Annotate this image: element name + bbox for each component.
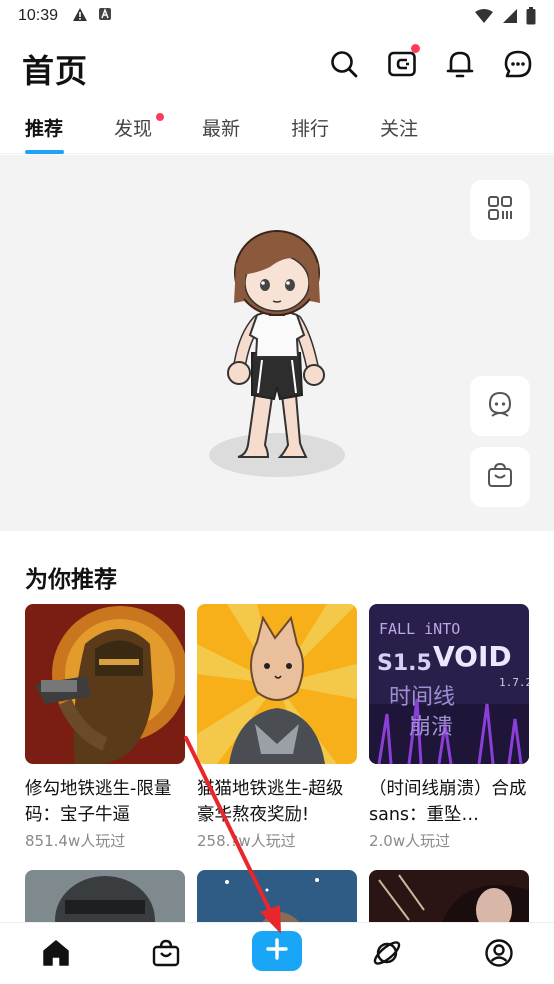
home-icon[interactable] [38,935,74,971]
discover-notification-dot [156,113,164,121]
section-title-recommend: 为你推荐 [25,567,117,593]
signal-icon [502,8,518,28]
active-tab-indicator [25,150,64,154]
card-art-cn1: 时间线 [389,685,455,710]
search-icon[interactable] [328,48,360,80]
wallet-notification-dot [411,44,420,53]
card-art-ver: S1.5 [377,651,432,676]
game-thumbnail[interactable]: FALL iNTO S1.5 VOID 1.7.2 时间线 崩溃 [369,604,529,764]
game-title: （时间线崩溃）合成sans：重坠… [369,779,527,825]
game-play-count: 258.?w人玩过 [197,832,296,850]
shopping-bag-icon [486,461,514,493]
game-thumbnail[interactable] [25,604,185,764]
planet-icon[interactable] [369,935,405,971]
qr-code-button[interactable] [470,180,530,240]
bell-icon[interactable] [444,48,476,80]
bottom-navigation [0,922,554,984]
avatar-face-button[interactable] [470,376,530,436]
app-header: 首页 [0,40,554,94]
top-tabs: 推荐 发现 最新 排行 关注 [0,106,554,154]
game-card[interactable]: 修勾地铁逃生-限量码：宝子牛逼 851.4w人玩过 [25,604,185,851]
warning-icon [72,7,88,26]
wallet-icon[interactable] [386,44,420,80]
game-thumbnail[interactable] [25,870,185,930]
game-play-count: 851.4w人玩过 [25,832,126,850]
game-card[interactable]: 猫猫地铁逃生-超级豪华熬夜奖励! 258.?w人玩过 [197,604,357,851]
card-art-line2: VOID [433,640,512,673]
game-thumbnail[interactable] [197,604,357,764]
game-title: 修勾地铁逃生-限量码：宝子牛逼 [25,779,172,825]
app-notification-icon [98,7,112,25]
battery-icon [526,7,536,29]
qr-code-icon [487,195,513,225]
card-art-line1: FALL iNTO [379,620,460,638]
card-art-cn2: 崩溃 [409,715,453,740]
status-bar: 10:39 [0,0,554,32]
tab-following[interactable]: 关注 [380,114,418,141]
avatar-face-icon [486,390,514,422]
chat-icon[interactable] [502,48,534,80]
create-button[interactable] [252,931,302,971]
wifi-icon [474,8,494,28]
tab-ranking[interactable]: 排行 [291,114,329,141]
shop-bag-icon[interactable] [148,935,184,971]
game-thumbnail[interactable] [197,870,357,930]
game-card[interactable]: FALL iNTO S1.5 VOID 1.7.2 时间线 崩溃 （时间线崩溃）… [369,604,529,851]
card-art-num: 1.7.2 [499,676,529,689]
page-title: 首页 [22,52,89,90]
create-plus-icon [265,937,289,965]
avatar-showcase [0,155,554,531]
game-title: 猫猫地铁逃生-超级豪华熬夜奖励! [197,779,344,825]
status-time: 10:39 [18,7,59,24]
tab-recommend[interactable]: 推荐 [25,114,63,141]
game-play-count: 2.0w人玩过 [369,832,451,850]
tab-latest[interactable]: 最新 [202,114,240,141]
tab-discover[interactable]: 发现 [114,114,152,141]
shop-button[interactable] [470,447,530,507]
profile-icon[interactable] [481,935,517,971]
game-thumbnail[interactable] [369,870,529,930]
